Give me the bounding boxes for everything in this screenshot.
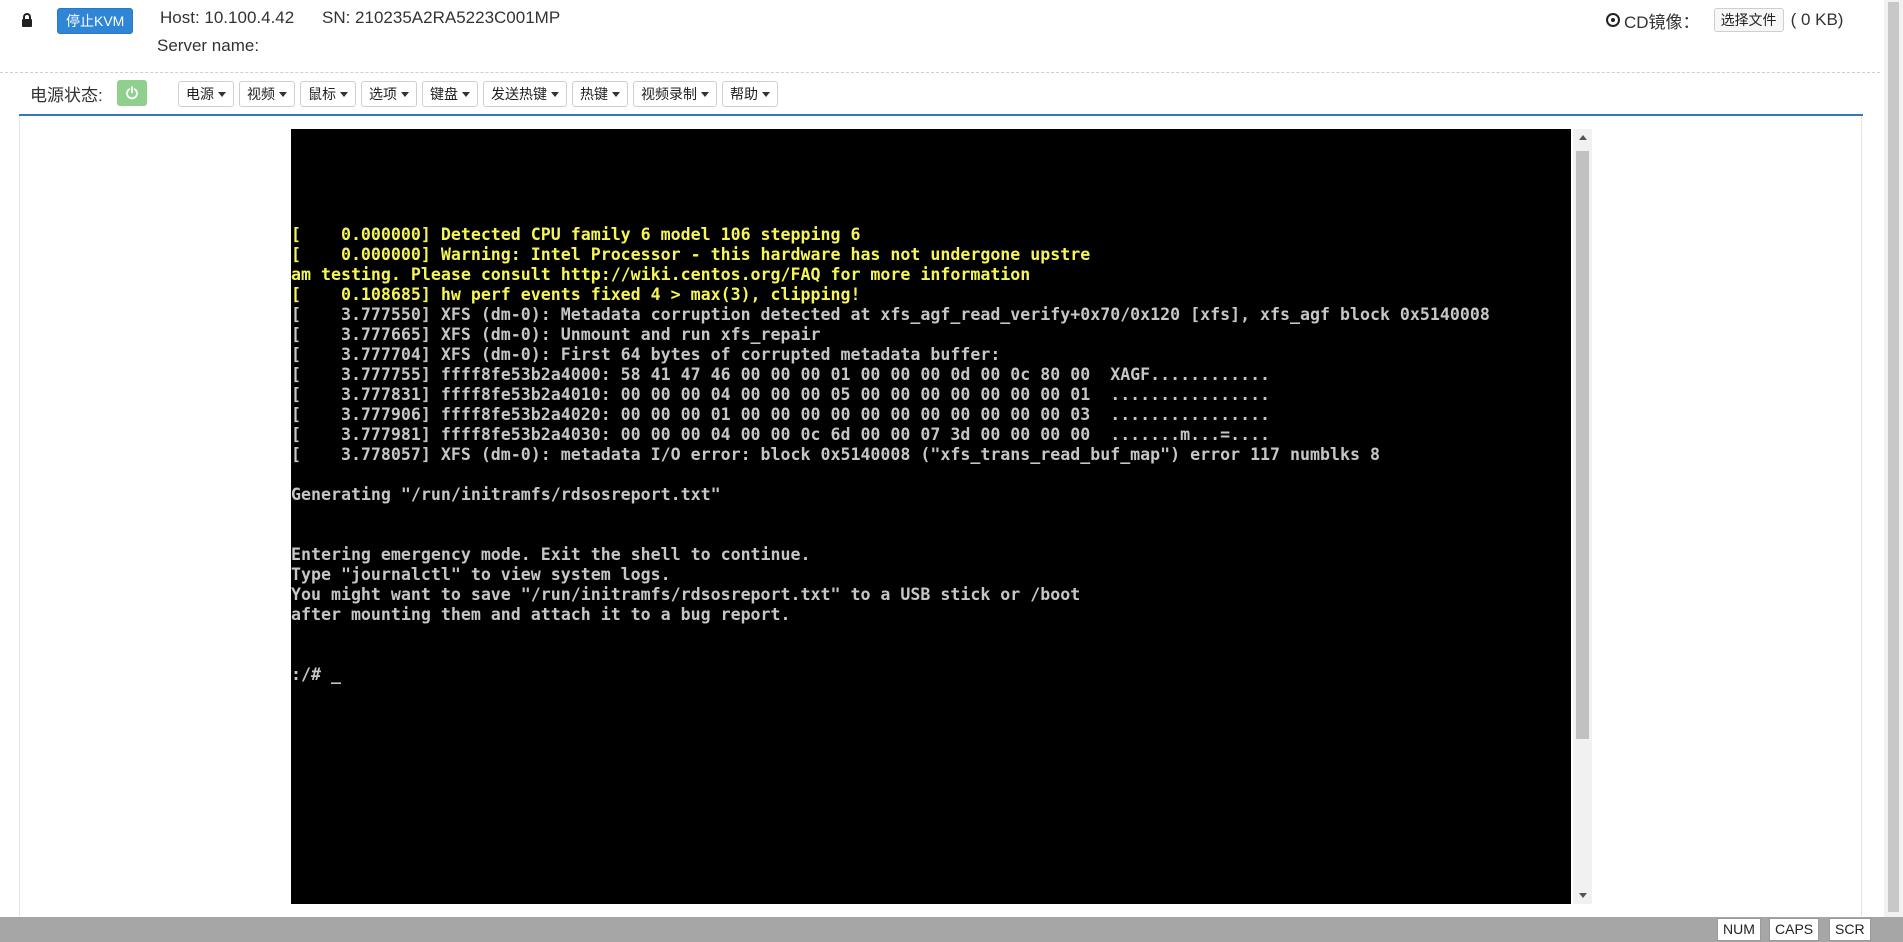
- caret-down-icon: [401, 91, 409, 97]
- menu-video-record-label: 视频录制: [641, 86, 697, 102]
- console-line: You might want to save "/run/initramfs/r…: [291, 585, 1081, 604]
- power-state-label: 电源状态:: [30, 86, 103, 105]
- cd-image-label: CD镜像：: [1624, 12, 1700, 32]
- caret-down-icon: [762, 91, 770, 97]
- scroll-lock-indicator: SCR: [1829, 918, 1871, 941]
- status-bar: NUM CAPS SCR: [0, 917, 1903, 942]
- caret-down-icon: [612, 91, 620, 97]
- menu-power-label: 电源: [186, 86, 214, 102]
- host-address: Host: 10.100.4.42: [160, 8, 295, 27]
- stop-kvm-button[interactable]: 停止KVM: [57, 8, 134, 34]
- console-line: [ 0.000000] Detected CPU family 6 model …: [291, 225, 861, 244]
- menu-mouse[interactable]: 鼠标: [300, 81, 356, 107]
- kvm-toolbar: 电源状态: 电源 视频 鼠标 选项 键盘 发送热键 热键 视频录制 帮助: [0, 78, 1880, 114]
- console-line: Entering emergency mode. Exit the shell …: [291, 545, 811, 564]
- kvm-screen[interactable]: [ 0.000000] Detected CPU family 6 model …: [291, 129, 1571, 904]
- console-line: [ 3.777704] XFS (dm-0): First 64 bytes o…: [291, 345, 1001, 364]
- console-line: [ 3.777665] XFS (dm-0): Unmount and run …: [291, 325, 821, 344]
- console-line: [ 3.777906] ffff8fe53b2a4020: 00 00 00 0…: [291, 405, 1271, 424]
- menu-keyboard[interactable]: 键盘: [422, 81, 478, 107]
- power-icon: [126, 86, 138, 100]
- menu-row: 电源 视频 鼠标 选项 键盘 发送热键 热键 视频录制 帮助: [178, 81, 778, 107]
- menu-mouse-label: 鼠标: [308, 86, 336, 102]
- menu-help-label: 帮助: [730, 86, 758, 102]
- file-size-text: ( 0 KB): [1790, 10, 1844, 29]
- console-output: [ 0.000000] Detected CPU family 6 model …: [291, 225, 1490, 685]
- cd-image-area: CD镜像： 选择文件 ( 0 KB): [1606, 8, 1843, 32]
- menu-help[interactable]: 帮助: [722, 81, 778, 107]
- caps-lock-indicator: CAPS: [1769, 918, 1820, 941]
- menu-send-hotkey-label: 发送热键: [491, 86, 547, 102]
- console-scrollbar[interactable]: [1573, 129, 1592, 904]
- console-line: [ 0.108685] hw perf events fixed 4 > max…: [291, 285, 861, 304]
- page-scroll-thumb[interactable]: [1888, 2, 1899, 912]
- menu-options-label: 选项: [369, 86, 397, 102]
- page-scrollbar[interactable]: [1884, 0, 1903, 942]
- console-line: [ 3.777755] ffff8fe53b2a4000: 58 41 47 4…: [291, 365, 1271, 384]
- console-line: Generating "/run/initramfs/rdsosreport.t…: [291, 485, 721, 504]
- menu-video[interactable]: 视频: [239, 81, 295, 107]
- caret-down-icon: [279, 91, 287, 97]
- menu-video-record[interactable]: 视频录制: [633, 81, 717, 107]
- menu-keyboard-label: 键盘: [430, 86, 458, 102]
- serial-number: SN: 210235A2RA5223C001MP: [322, 8, 561, 27]
- caret-down-icon: [340, 91, 348, 97]
- console-line: Type "journalctl" to view system logs.: [291, 565, 671, 584]
- power-state-button[interactable]: [117, 80, 147, 106]
- console-line: after mounting them and attach it to a b…: [291, 605, 791, 624]
- caret-down-icon: [551, 91, 559, 97]
- choose-file-button[interactable]: 选择文件: [1713, 8, 1784, 32]
- menu-options[interactable]: 选项: [361, 81, 417, 107]
- caret-down-icon: [462, 91, 470, 97]
- scroll-up-arrow-icon[interactable]: [1573, 129, 1592, 146]
- console-line: [ 3.777981] ffff8fe53b2a4030: 00 00 00 0…: [291, 425, 1271, 444]
- caret-down-icon: [218, 91, 226, 97]
- cd-icon: [1606, 13, 1620, 27]
- scroll-down-arrow-icon[interactable]: [1573, 887, 1592, 904]
- console-line: am testing. Please consult http://wiki.c…: [291, 265, 1031, 284]
- console-line: [ 0.000000] Warning: Intel Processor - t…: [291, 245, 1091, 264]
- menu-video-label: 视频: [247, 86, 275, 102]
- caret-down-icon: [701, 91, 709, 97]
- menu-send-hotkey[interactable]: 发送热键: [483, 81, 567, 107]
- menu-power[interactable]: 电源: [178, 81, 234, 107]
- menu-hotkey-label: 热键: [580, 86, 608, 102]
- header-bar: 停止KVM Host: 10.100.4.42 SN: 210235A2RA52…: [0, 0, 1880, 73]
- console-line: [ 3.777831] ffff8fe53b2a4010: 00 00 00 0…: [291, 385, 1271, 404]
- lock-icon: [22, 13, 32, 27]
- menu-hotkey[interactable]: 热键: [572, 81, 628, 107]
- console-line: :/# _: [291, 665, 341, 684]
- console-line: [ 3.777550] XFS (dm-0): Metadata corrupt…: [291, 305, 1490, 324]
- num-lock-indicator: NUM: [1717, 918, 1761, 941]
- kvm-console-page: 停止KVM Host: 10.100.4.42 SN: 210235A2RA52…: [0, 0, 1903, 942]
- scroll-thumb[interactable]: [1576, 151, 1589, 739]
- console-line: [ 3.778057] XFS (dm-0): metadata I/O err…: [291, 445, 1380, 464]
- server-name-label: Server name:: [157, 36, 260, 55]
